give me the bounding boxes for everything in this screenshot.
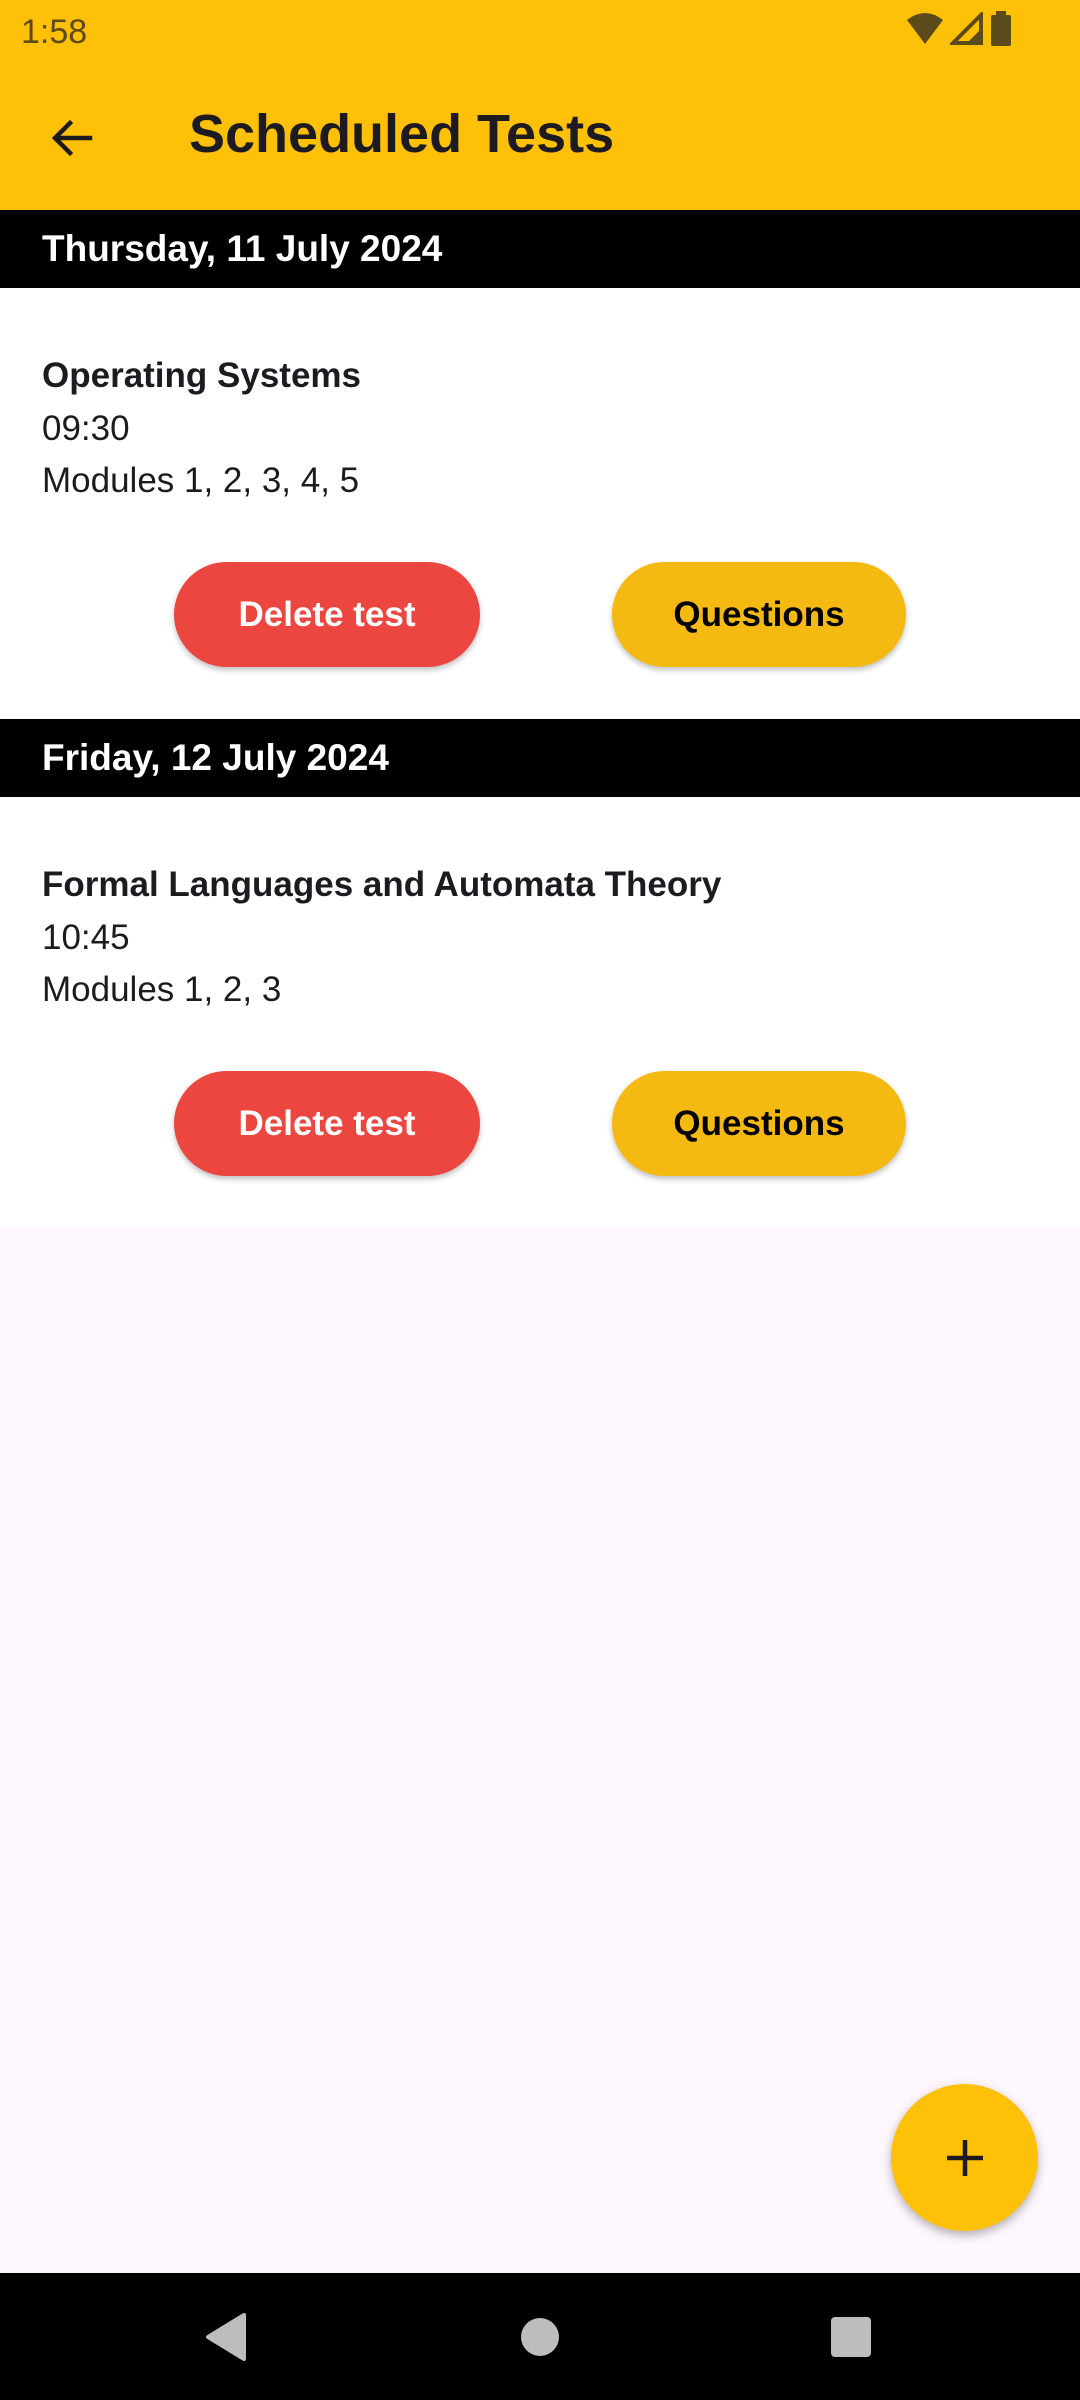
delete-test-button[interactable]: Delete test [174,1071,480,1176]
test-modules: Modules 1, 2, 3, 4, 5 [42,461,360,500]
status-time: 1:58 [21,13,88,51]
plus-icon [946,2139,983,2176]
date-header: Friday, 12 July 2024 [0,719,1080,797]
test-card: Operating Systems 09:30 Modules 1, 2, 3,… [0,288,1080,718]
page-title: Scheduled Tests [189,104,615,164]
arrow-back-icon [51,119,93,157]
back-triangle-icon [206,2313,246,2361]
cell-signal-icon [948,9,984,51]
status-bar: 1:58 [0,0,1080,64]
system-nav-bar [0,2273,1080,2400]
test-subject: Formal Languages and Automata Theory [42,865,722,904]
test-modules: Modules 1, 2, 3 [42,970,282,1009]
test-time: 09:30 [42,409,130,448]
test-subject: Operating Systems [42,356,361,395]
delete-test-button[interactable]: Delete test [174,562,480,667]
test-time: 10:45 [42,918,130,957]
questions-button[interactable]: Questions [612,1071,906,1176]
back-button[interactable] [34,100,110,176]
nav-home-button[interactable] [506,2303,574,2371]
nav-recents-button[interactable] [817,2303,885,2371]
battery-icon [990,10,1012,52]
recents-square-icon [831,2317,871,2357]
test-card: Formal Languages and Automata Theory 10:… [0,797,1080,1227]
date-label: Friday, 12 July 2024 [42,737,389,778]
app-bar: Scheduled Tests [0,64,1080,210]
questions-button[interactable]: Questions [612,562,906,667]
date-label: Thursday, 11 July 2024 [42,228,443,269]
status-icons [906,9,1012,51]
home-circle-icon [521,2318,559,2356]
add-test-button[interactable] [891,2084,1038,2231]
nav-back-button[interactable] [192,2303,260,2371]
date-header: Thursday, 11 July 2024 [0,210,1080,288]
wifi-icon [906,12,944,51]
